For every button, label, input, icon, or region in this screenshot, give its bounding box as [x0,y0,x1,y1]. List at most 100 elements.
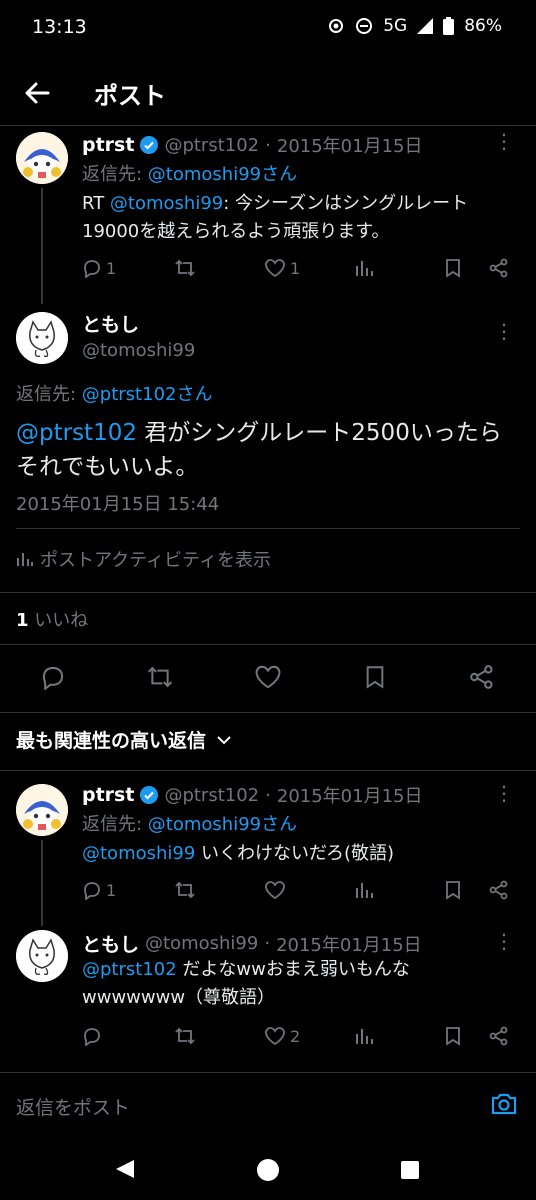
cat-avatar-image [16,930,68,982]
character-avatar-image [16,132,68,184]
post-mention[interactable]: @ptrst102 [16,420,137,446]
share-button[interactable] [488,258,510,278]
post-timestamp[interactable]: 2015年01月15日 15:44 [16,490,219,516]
reply-post[interactable]: ptrst @ptrst102 · 2015年01月15日 ⋮ 返信先: @to… [0,778,536,926]
camera-icon[interactable] [490,1091,518,1117]
repost-button[interactable] [174,1026,196,1046]
like-button[interactable] [264,880,286,900]
repost-icon[interactable] [146,664,174,690]
avatar[interactable] [16,784,68,836]
reply-icon [82,1026,102,1046]
bookmark-button[interactable] [444,258,462,278]
more-options-icon[interactable]: ⋮ [494,783,514,803]
heart-icon[interactable] [254,664,282,690]
reply-button[interactable]: 1 [82,258,116,278]
reply-input[interactable]: 返信をポスト [16,1093,130,1120]
more-options-icon[interactable]: ⋮ [494,931,514,951]
avatar[interactable] [16,312,68,364]
share-button[interactable] [488,1026,510,1046]
views-button[interactable] [354,1026,374,1046]
reply-to-handle[interactable]: @tomoshi99さん [148,814,297,835]
nav-back-icon[interactable] [114,1158,136,1180]
likes-summary[interactable]: 1 いいね [16,606,88,632]
heart-icon [264,258,286,278]
post-text-prefix: RT [82,193,110,214]
network-label: 5G [383,16,408,36]
thread-line [41,840,43,926]
reply-to-prefix: 返信先: [16,384,82,405]
like-button[interactable]: 2 [264,1026,300,1046]
post-meta: ともし @tomoshi99 · 2015年01月15日 [82,930,422,957]
post-text: @tomoshi99 いくわけないだろ(敬語) [82,840,514,868]
share-icon [488,258,510,278]
bookmark-icon [444,880,462,900]
repost-button[interactable] [174,258,196,278]
post-activity-label: ポストアクティビティを表示 [40,550,271,571]
like-button[interactable]: 1 [264,258,300,278]
post-activity-link[interactable]: ポストアクティビティを表示 [16,546,271,572]
do-not-disturb-icon [355,17,373,35]
views-chart-icon [354,880,374,900]
more-options-icon[interactable]: ⋮ [494,321,514,341]
reply-to-prefix: 返信先: [82,814,148,835]
avatar[interactable] [16,930,68,982]
share-button[interactable] [488,880,510,900]
verified-badge-icon [140,136,159,154]
user-handle[interactable]: @ptrst102 [164,785,259,806]
reply-post[interactable]: ともし @tomoshi99 · 2015年01月15日 ⋮ @ptrst102… [0,926,536,1066]
bookmark-icon [444,1026,462,1046]
reply-button[interactable]: 1 [82,880,116,900]
post-mention[interactable]: @ptrst102 [82,959,177,980]
battery-percent: 86% [464,16,502,36]
share-icon[interactable] [468,664,496,690]
action-bar: 2 [82,1026,512,1050]
user-handle[interactable]: @tomoshi99 [82,340,195,361]
page-title: ポスト [94,82,166,110]
reply-to-handle[interactable]: @ptrst102さん [82,384,213,405]
nav-recents-icon[interactable] [400,1160,420,1180]
display-name[interactable]: ptrst [82,784,134,806]
avatar[interactable] [16,132,68,184]
replies-sort-dropdown[interactable]: 最も関連性の高い返信 [16,726,232,753]
reply-to-handle[interactable]: @tomoshi99さん [148,164,297,185]
display-name[interactable]: ptrst [82,134,134,156]
user-handle[interactable]: @ptrst102 [164,135,259,156]
reply-count: 1 [106,258,117,278]
bookmark-button[interactable] [444,1026,462,1046]
parent-post[interactable]: ptrst @ptrst102 · 2015年01月15日 ⋮ 返信先: @to… [0,126,536,304]
reply-icon[interactable] [40,664,66,690]
nav-home-icon[interactable] [256,1158,280,1182]
post-text: @ptrst102 君がシングルレート2500いったらそれでもいいよ。 [16,416,520,484]
signal-icon [417,18,434,34]
like-count: 1 [290,258,301,278]
action-bar: 1 [82,880,512,904]
status-bar: 13:13 5G 86% [0,0,536,56]
user-handle[interactable]: @tomoshi99 [145,933,258,954]
views-button[interactable] [354,880,374,900]
reply-icon [82,880,102,900]
post-text: RT @tomoshi99: 今シーズンはシングルレート19000を越えられるよ… [82,190,514,246]
divider [0,592,536,593]
top-header: ポスト [0,62,536,126]
display-name[interactable]: ともし [82,310,139,337]
status-time: 13:13 [32,16,87,38]
character-avatar-image [16,784,68,836]
verified-badge-icon [140,786,159,804]
post-meta: ptrst @ptrst102 · 2015年01月15日 [82,132,423,158]
more-options-icon[interactable]: ⋮ [494,131,514,151]
system-nav-bar [0,1138,536,1200]
views-chart-icon [354,258,374,278]
reply-button[interactable] [82,1026,102,1046]
divider [0,770,536,771]
post-mention[interactable]: @tomoshi99 [110,193,223,214]
views-button[interactable] [354,258,374,278]
repost-button[interactable] [174,880,196,900]
back-arrow-icon[interactable] [22,78,52,108]
repost-icon [174,880,196,900]
post-date: 2015年01月15日 [276,136,423,157]
bookmark-button[interactable] [444,880,462,900]
bookmark-icon[interactable] [364,664,386,690]
display-name[interactable]: ともし [82,930,139,957]
separator-dot: · [265,134,271,156]
post-mention[interactable]: @tomoshi99 [82,843,195,864]
